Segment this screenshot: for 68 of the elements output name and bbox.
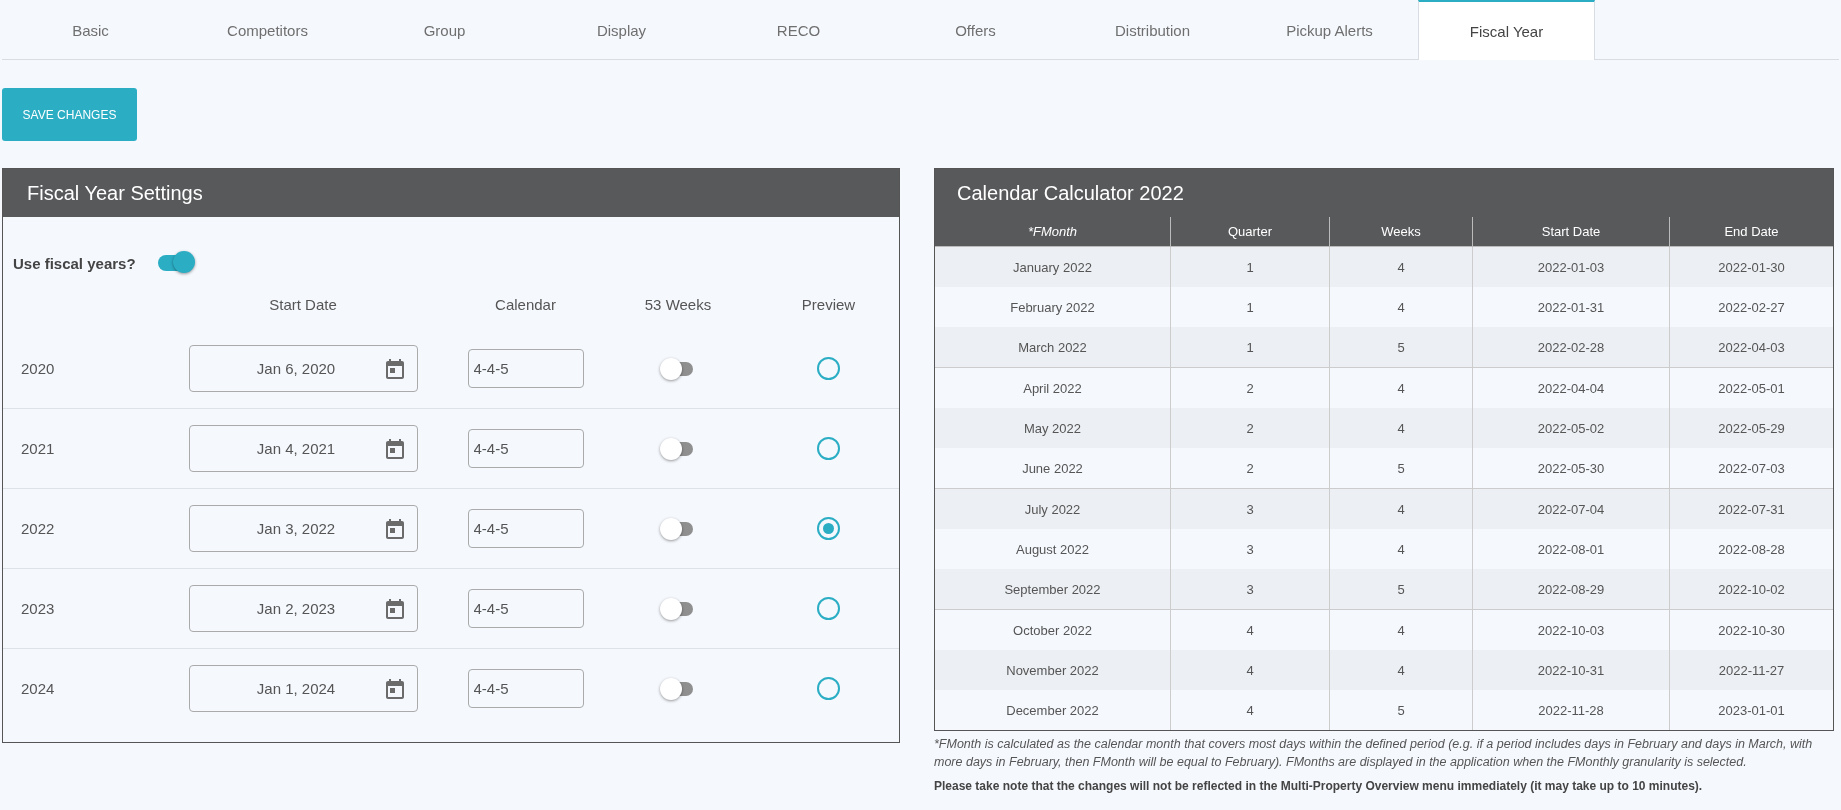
table-cell: 4 [1170,690,1330,730]
table-cell: May 2022 [935,408,1171,448]
table-cell: September 2022 [935,569,1171,610]
table-cell: March 2022 [935,327,1171,368]
date-field[interactable]: Jan 6, 2020 [188,345,418,392]
date-field[interactable]: Jan 3, 2022 [188,505,418,552]
column-header: Start Date [268,295,338,313]
date-field[interactable]: Jan 1, 2024 [188,665,418,712]
tab[interactable]: Basic [2,0,179,59]
tab[interactable]: Offers [887,0,1064,59]
tab[interactable]: Fiscal Year [1418,0,1595,60]
tab[interactable]: Pickup Alerts [1241,0,1418,59]
radio-button[interactable] [817,677,840,700]
radio-button[interactable] [817,357,840,380]
calendar-input[interactable]: 4-4-5 [467,589,584,628]
tab[interactable]: Distribution [1064,0,1241,59]
table-cell: 5 [1329,448,1473,489]
radio-button[interactable] [817,597,840,620]
table-cell: February 2022 [935,287,1171,327]
tab[interactable]: Group [356,0,533,59]
date-field[interactable]: Jan 4, 2021 [188,425,418,472]
column-header: Preview [800,295,857,313]
table-cell: 5 [1329,690,1473,730]
table-cell: 1 [1170,327,1330,368]
table-cell: 3 [1170,569,1330,610]
table-cell: 2022-11-28 [1472,690,1670,730]
notice-text: Please take note that the changes will not be reflected in the Multi-Property Overview menu immediately (it may take up to 10 minutes). [934,779,1704,793]
year-label: 2022 [20,520,56,537]
table-cell: 2022-07-03 [1669,448,1833,489]
year-label: 2020 [20,360,56,377]
table-cell: 2023-01-01 [1669,690,1833,730]
table-cell: 5 [1329,327,1473,368]
table-cell: 2022-02-28 [1472,327,1670,368]
column-header: 53 Weeks [643,295,713,313]
tab[interactable]: Competitors [179,0,356,59]
panel-title: Fiscal Year Settings [3,169,899,217]
table-cell: August 2022 [935,529,1171,569]
column-header: Start Date [1472,217,1670,247]
year-label: 2021 [20,440,56,457]
footnote-text: *FMonth is calculated as the calendar month that covers most days within the defined period (e.g. if a period includes days in February and days in March, with more days in February, then FMonth will be equal to February). FMonths are displayed in the application when the FMonthly granularity is selected. [934,736,1814,771]
table-cell: 2022-04-03 [1669,327,1833,368]
calendar-input[interactable]: 4-4-5 [467,349,584,388]
date-field[interactable]: Jan 2, 2023 [188,585,418,632]
column-header: End Date [1669,217,1833,247]
use-fiscal-label: Use fiscal years? [13,254,136,272]
table-cell: 5 [1329,569,1473,610]
table-cell: 2022-10-02 [1669,569,1833,610]
table-cell: November 2022 [935,650,1171,690]
calendar-input[interactable]: 4-4-5 [467,509,584,548]
column-header: *FMonth [935,217,1171,247]
year-label: 2024 [20,680,56,697]
calendar-input[interactable]: 4-4-5 [467,429,584,468]
tab[interactable]: Display [533,0,710,59]
year-label: 2023 [20,600,56,617]
table-cell: June 2022 [935,448,1171,489]
radio-button[interactable] [817,517,840,540]
table-cell: 2022-08-29 [1472,569,1670,610]
table-cell: 2022-05-30 [1472,448,1670,489]
table-cell: January 2022 [935,246,1171,287]
table-cell: 2 [1170,448,1330,489]
panel-title: Calendar Calculator 2022 [935,169,1833,217]
column-header: Weeks [1329,217,1473,247]
column-header: Quarter [1170,217,1330,247]
tab[interactable]: RECO [710,0,887,59]
column-header: Calendar [494,295,557,313]
table-cell: December 2022 [935,690,1171,730]
calendar-input[interactable]: 4-4-5 [467,669,584,708]
radio-button[interactable] [817,437,840,460]
